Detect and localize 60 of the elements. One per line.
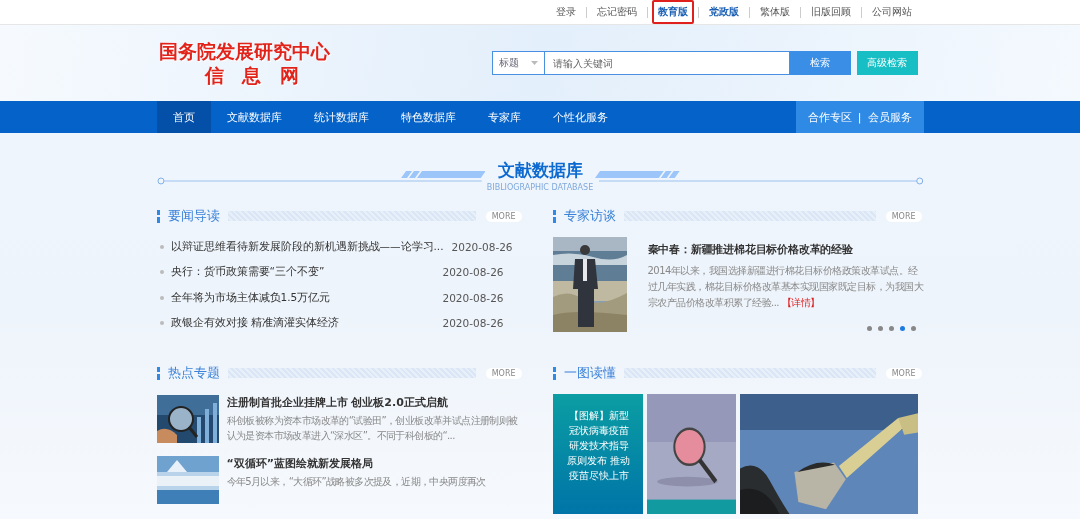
nav-link[interactable]: 会员服务 <box>867 109 912 125</box>
top-link[interactable]: 公司网站 <box>865 0 918 24</box>
nav-tab[interactable]: 统计数据库 <box>297 101 385 133</box>
heading-marker-icon <box>156 366 160 380</box>
carousel-dot[interactable] <box>888 326 894 331</box>
topic-title-link[interactable]: “双循环”蓝图绘就新发展格局 <box>226 456 525 471</box>
topic-summary: 今年5月以来，“大循环”战略被多次提及，近期，中央两度再次 <box>226 475 487 489</box>
topic-title-link[interactable]: 注册制首批企业挂牌上市 创业板2.0正式启航 <box>226 395 525 410</box>
topic-summary: 科创板被称为资本市场改革的“试验田”，创业板改革并试点注册制则被认为是资本市场改革进入“深水区”。不同于科创板的“... <box>226 414 519 443</box>
site-logo[interactable]: 国务院发展研究中心 信 息 网 <box>158 39 330 87</box>
carousel-dot[interactable] <box>899 326 905 331</box>
nav-tab[interactable]: 特色数据库 <box>384 101 472 133</box>
nav-tab[interactable]: 个性化服务 <box>536 101 624 133</box>
panel-title: 热点专题 <box>167 364 220 382</box>
article-title-link[interactable]: 秦中春：新疆推进棉花目标价格改革的经验 <box>647 243 924 257</box>
top-link[interactable]: 忘记密码 <box>590 0 643 24</box>
nav-tab[interactable]: 文献数据库 <box>210 101 298 133</box>
bullet-icon <box>159 321 164 326</box>
section-title: 文献数据库 <box>497 159 583 182</box>
news-date: 2020-08-26 <box>442 317 504 330</box>
news-link[interactable]: 央行：货币政策需要“三个不变” <box>170 265 435 280</box>
infographic-card[interactable]: 【图解】新型冠状病毒疫苗研发技术指导原则发布 推动疫苗尽快上市 <box>552 394 643 514</box>
nav-tab[interactable]: 首页 <box>156 101 211 133</box>
bullet-icon <box>159 295 164 300</box>
news-date: 2020-08-26 <box>442 291 504 304</box>
carousel-dot[interactable] <box>877 326 883 331</box>
more-button[interactable]: MORE <box>885 367 922 379</box>
separator-text: | <box>857 110 862 124</box>
news-link[interactable]: 以辩证思维看待新发展阶段的新机遇新挑战——论学习... <box>170 239 444 254</box>
heading-marker-icon <box>552 366 556 380</box>
panel-title: 要闻导读 <box>167 207 220 225</box>
carousel-dot[interactable] <box>910 326 916 331</box>
heading-marker-icon <box>156 209 160 223</box>
top-link[interactable]: 党政版 <box>702 0 745 24</box>
nav-tab[interactable]: 专家库 <box>471 101 537 133</box>
infographic-caption: 【图解】新型冠状病毒疫苗研发技术指导原则发布 推动疫苗尽快上市 <box>566 409 631 483</box>
search-field[interactable]: 请输入关键词 <box>543 51 790 75</box>
top-link[interactable]: 旧版回顾 <box>804 0 857 24</box>
article-summary: 2014年以来，我国选择新疆进行棉花目标价格政策改革试点。经过几年实践，棉花目标价格改革基本实现国家既定目标，为我国大宗农产品价格改革积累了经验... 【详情】 <box>647 264 924 310</box>
panel-title: 专家访谈 <box>563 207 616 225</box>
search-scope-dropdown[interactable]: 标题 <box>491 51 544 75</box>
more-button[interactable]: MORE <box>485 367 522 379</box>
search-button[interactable]: 检索 <box>789 51 851 75</box>
caret-icon <box>530 61 538 65</box>
section-subtitle: BIBLIOGRAPHIC DATABASE <box>486 182 594 193</box>
news-link[interactable]: 全年将为市场主体减负1.5万亿元 <box>170 290 435 305</box>
more-button[interactable]: MORE <box>485 210 522 222</box>
news-date: 2020-08-26 <box>442 266 504 279</box>
top-link[interactable]: 登录 <box>549 0 582 24</box>
nav-link[interactable]: 合作专区 <box>807 109 852 125</box>
bullet-icon <box>159 244 164 249</box>
bullet-icon <box>159 270 164 275</box>
news-link[interactable]: 政银企有效对接 精准滴灌实体经济 <box>170 316 435 331</box>
news-date: 2020-08-26 <box>451 240 513 253</box>
carousel-dot[interactable] <box>866 326 872 331</box>
more-button[interactable]: MORE <box>885 210 922 222</box>
top-link[interactable]: 繁体版 <box>753 0 796 24</box>
heading-marker-icon <box>552 209 556 223</box>
detail-link[interactable]: 【详情】 <box>781 297 820 308</box>
panel-title: 一图读懂 <box>563 364 616 382</box>
